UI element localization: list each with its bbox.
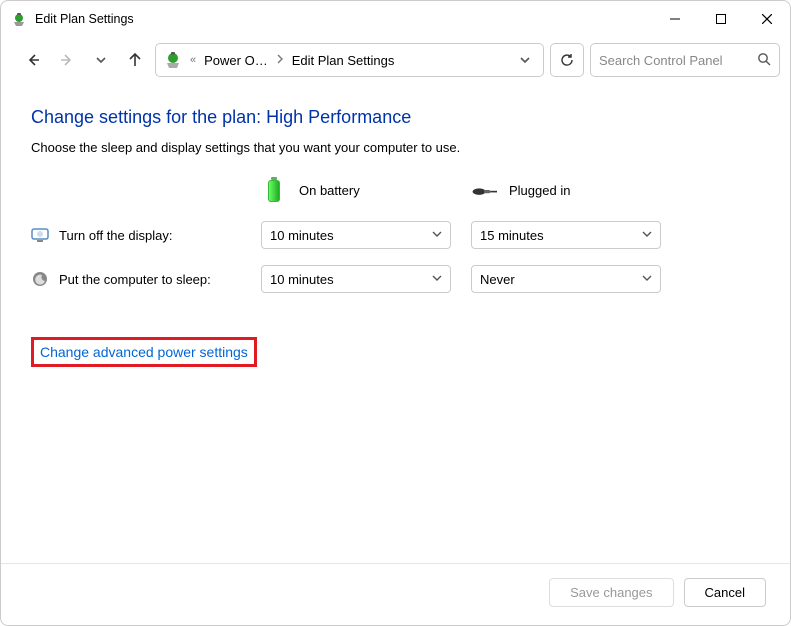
- display-plugged-select[interactable]: 15 minutes: [471, 221, 661, 249]
- sleep-battery-select[interactable]: 10 minutes: [261, 265, 451, 293]
- chevron-down-icon: [432, 273, 442, 286]
- select-value: Never: [480, 272, 515, 287]
- row-label-text: Put the computer to sleep:: [59, 272, 211, 287]
- advanced-power-settings-link[interactable]: Change advanced power settings: [40, 344, 248, 360]
- save-changes-button[interactable]: Save changes: [549, 578, 673, 607]
- breadcrumb-prefix: «: [188, 54, 198, 66]
- breadcrumb-item[interactable]: Edit Plan Settings: [288, 53, 399, 68]
- breadcrumb-item[interactable]: Power O…: [200, 53, 272, 68]
- sleep-icon: [31, 270, 49, 288]
- refresh-button[interactable]: [550, 43, 584, 77]
- column-header-battery: On battery: [261, 175, 451, 205]
- sleep-plugged-select[interactable]: Never: [471, 265, 661, 293]
- battery-icon: [261, 175, 287, 205]
- cancel-button[interactable]: Cancel: [684, 578, 766, 607]
- title-bar: Edit Plan Settings: [1, 1, 790, 37]
- breadcrumb[interactable]: « Power O… Edit Plan Settings: [155, 43, 544, 77]
- display-battery-select[interactable]: 10 minutes: [261, 221, 451, 249]
- breadcrumb-dropdown-button[interactable]: [513, 48, 537, 72]
- footer: Save changes Cancel: [1, 563, 790, 625]
- page-subtitle: Choose the sleep and display settings th…: [31, 140, 760, 155]
- chevron-down-icon: [642, 273, 652, 286]
- minimize-button[interactable]: [652, 1, 698, 37]
- select-value: 10 minutes: [270, 272, 334, 287]
- plug-icon: [471, 175, 497, 205]
- search-icon: [757, 52, 771, 69]
- select-value: 15 minutes: [480, 228, 544, 243]
- column-label: Plugged in: [509, 183, 570, 198]
- up-button[interactable]: [121, 46, 149, 74]
- breadcrumb-icon: [162, 49, 184, 71]
- app-icon: [11, 11, 27, 27]
- maximize-button[interactable]: [698, 1, 744, 37]
- window-title: Edit Plan Settings: [35, 12, 134, 26]
- page-title: Change settings for the plan: High Perfo…: [31, 107, 760, 128]
- display-icon: [31, 226, 49, 244]
- column-header-plugged: Plugged in: [471, 175, 661, 205]
- back-button[interactable]: [19, 46, 47, 74]
- recent-dropdown-button[interactable]: [87, 46, 115, 74]
- row-label-display: Turn off the display:: [31, 226, 261, 244]
- row-label-sleep: Put the computer to sleep:: [31, 270, 261, 288]
- search-input[interactable]: Search Control Panel: [590, 43, 780, 77]
- content-area: Change settings for the plan: High Perfo…: [1, 89, 790, 563]
- close-button[interactable]: [744, 1, 790, 37]
- chevron-right-icon: [274, 54, 286, 67]
- chevron-down-icon: [642, 229, 652, 242]
- forward-button[interactable]: [53, 46, 81, 74]
- search-placeholder: Search Control Panel: [599, 53, 749, 68]
- column-label: On battery: [299, 183, 360, 198]
- select-value: 10 minutes: [270, 228, 334, 243]
- nav-bar: « Power O… Edit Plan Settings Search Con…: [1, 37, 790, 89]
- chevron-down-icon: [432, 229, 442, 242]
- highlight-box: Change advanced power settings: [31, 337, 257, 367]
- row-label-text: Turn off the display:: [59, 228, 172, 243]
